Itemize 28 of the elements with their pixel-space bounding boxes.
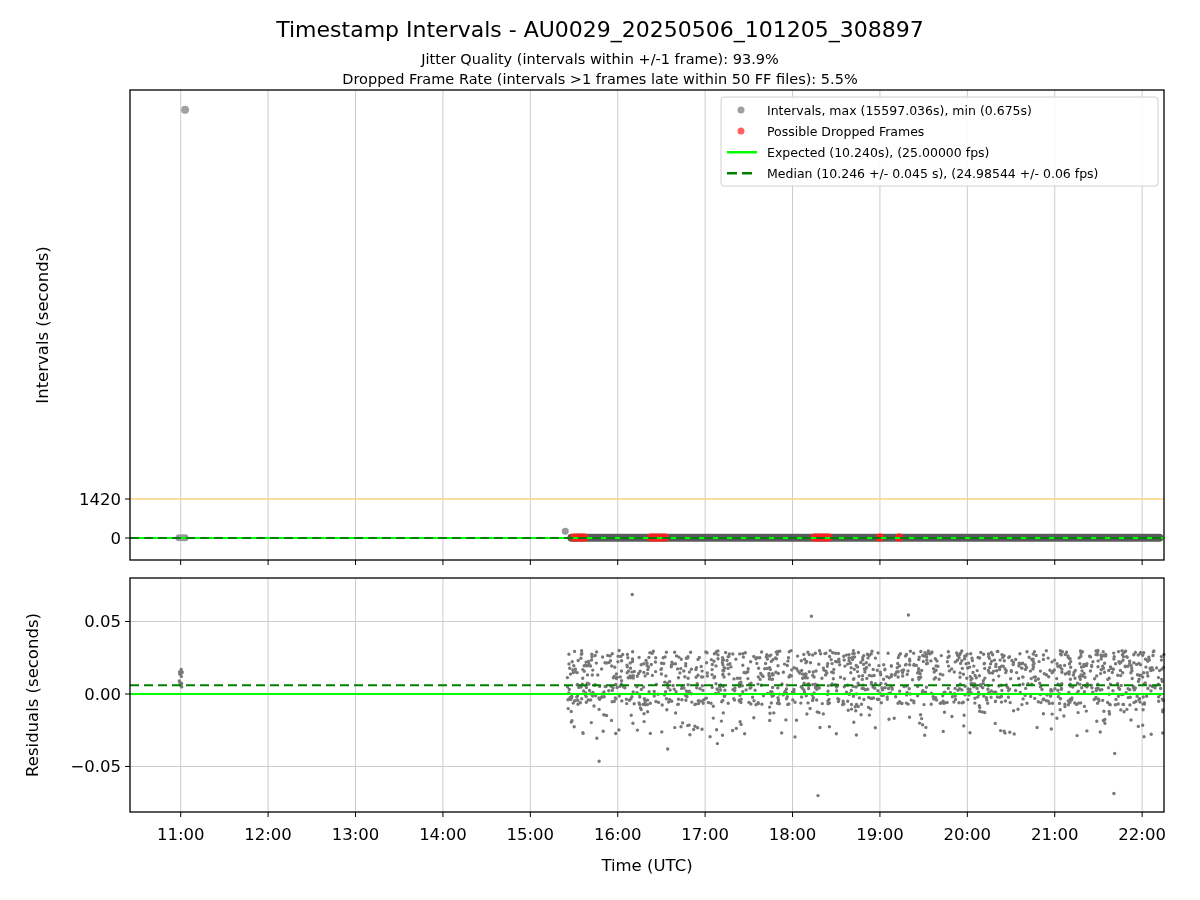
x-tick-label: 15:00 <box>506 825 555 844</box>
legend-label: Intervals, max (15597.036s), min (0.675s) <box>767 102 1032 118</box>
x-tick-label: 13:00 <box>331 825 380 844</box>
y-axis-title: Residuals (seconds) <box>23 613 42 777</box>
x-tick-label: 16:00 <box>593 825 642 844</box>
x-tick-label: 17:00 <box>681 825 729 844</box>
y-tick-label: 1420 <box>79 490 121 509</box>
y-axis-title: Intervals (seconds) <box>33 246 52 404</box>
x-tick-label: 11:00 <box>156 825 205 844</box>
chart-subtitle: Jitter Quality (intervals within +/-1 frame): 93.9% <box>421 51 779 67</box>
x-tick-label: 19:00 <box>856 825 904 844</box>
data-point <box>181 105 190 114</box>
x-axis-title: Time (UTC) <box>601 856 693 875</box>
x-tick-label: 14:00 <box>419 825 467 844</box>
x-tick-label: 20:00 <box>943 825 992 844</box>
y-tick-label: 0.05 <box>84 612 121 632</box>
y-tick-label: −0.05 <box>70 757 121 777</box>
chart-subtitle: Dropped Frame Rate (intervals >1 frames late within 50 FF files): 5.5% <box>342 71 858 87</box>
x-tick-label: 18:00 <box>768 825 817 844</box>
legend-label: Median (10.246 +/- 0.045 s), (24.98544 +/- 0.06 fps) <box>767 165 1099 181</box>
legend-label: Expected (10.240s), (25.00000 fps) <box>767 144 990 160</box>
x-tick-label: 12:00 <box>244 825 292 844</box>
x-tick-label: 21:00 <box>1030 825 1079 844</box>
x-tick-label: 22:00 <box>1118 825 1166 844</box>
legend-label: Possible Dropped Frames <box>767 123 925 139</box>
chart-title: Timestamp Intervals - AU0029_20250506_101205_308897 <box>276 17 924 42</box>
y-tick-label: 0.00 <box>84 685 121 704</box>
y-tick-label: 0 <box>110 529 121 548</box>
